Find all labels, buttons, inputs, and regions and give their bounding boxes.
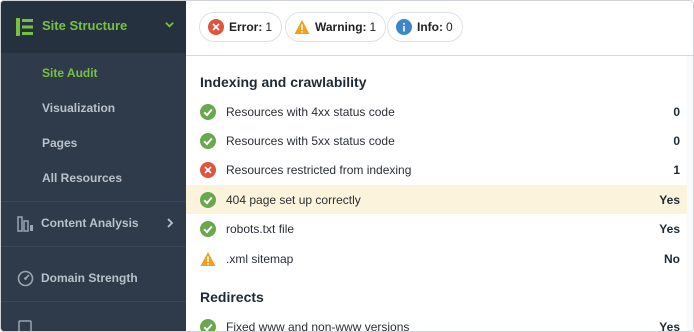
warning-icon: [200, 252, 216, 266]
domain-strength-icon: [17, 270, 34, 287]
sidebar-item-all-resources[interactable]: All Resources: [42, 171, 122, 185]
section-title: Redirects: [200, 289, 264, 305]
report-icon: [18, 320, 32, 331]
sidebar: Site Structure Site Audit Visualization …: [1, 1, 186, 331]
error-icon: [200, 162, 216, 178]
sidebar-item-label: Content Analysis: [41, 216, 139, 230]
app-window: Site Structure Site Audit Visualization …: [0, 0, 694, 332]
error-count: 1: [265, 20, 273, 34]
audit-row[interactable]: Resources restricted from indexing 1: [186, 155, 687, 184]
content-analysis-icon: [17, 216, 33, 232]
warning-icon: [294, 20, 310, 34]
audit-row-label: 404 page set up correctly: [226, 193, 361, 207]
audit-row-highlighted[interactable]: 404 page set up correctly Yes: [186, 185, 687, 214]
check-icon: [200, 192, 216, 208]
sidebar-divider: [1, 301, 186, 302]
audit-row-label: Resources with 4xx status code: [226, 105, 395, 119]
sidebar-divider: [1, 201, 186, 202]
check-icon: [200, 104, 216, 120]
scrollbar[interactable]: [687, 56, 693, 331]
audit-row-value: Yes: [659, 193, 680, 207]
section-title: Indexing and crawlability: [200, 74, 367, 90]
info-label: Info:: [417, 20, 443, 34]
sidebar-item-label: Domain Strength: [41, 271, 138, 285]
warning-label: Warning:: [315, 20, 367, 34]
check-icon: [200, 133, 216, 149]
audit-row[interactable]: Resources with 4xx status code 0: [186, 97, 687, 126]
sidebar-section-site-structure[interactable]: Site Structure: [1, 1, 186, 53]
audit-row-value: Yes: [659, 320, 680, 332]
sidebar-item-domain-strength[interactable]: Domain Strength: [1, 258, 186, 298]
summary-bar: Error: 1 Warning: 1 Info: 0: [186, 1, 693, 56]
error-filter-pill[interactable]: Error: 1: [199, 12, 283, 42]
audit-row-value: No: [664, 252, 680, 266]
audit-row[interactable]: robots.txt file Yes: [186, 214, 687, 243]
audit-row[interactable]: Resources with 5xx status code 0: [186, 126, 687, 155]
check-icon: [200, 319, 216, 331]
audit-row-label: .xml sitemap: [226, 252, 294, 266]
audit-row-value: Yes: [659, 222, 680, 236]
sidebar-item-site-audit[interactable]: Site Audit: [42, 66, 98, 80]
sidebar-item-content-analysis[interactable]: Content Analysis: [1, 203, 186, 243]
warning-count: 1: [369, 20, 377, 34]
audit-row-label: robots.txt file: [226, 222, 295, 236]
info-filter-pill[interactable]: Info: 0: [387, 12, 463, 42]
chevron-down-icon[interactable]: [165, 20, 174, 29]
warning-filter-pill[interactable]: Warning: 1: [285, 12, 387, 42]
info-icon: [396, 19, 412, 35]
audit-row-value: 0: [673, 134, 680, 148]
sidebar-item-pages[interactable]: Pages: [42, 136, 77, 150]
audit-row-label: Resources with 5xx status code: [226, 134, 395, 148]
audit-row-value: 0: [673, 105, 680, 119]
sidebar-divider: [1, 246, 186, 247]
sidebar-item-visualization[interactable]: Visualization: [42, 101, 115, 115]
check-icon: [200, 221, 216, 237]
error-label: Error:: [229, 20, 263, 34]
info-count: 0: [446, 20, 453, 34]
sidebar-section-label: Site Structure: [42, 18, 128, 33]
audit-row-label: Resources restricted from indexing: [226, 163, 412, 177]
chevron-right-icon: [167, 218, 174, 228]
audit-row-label: Fixed www and non-www versions: [226, 320, 410, 332]
error-icon: [208, 19, 224, 35]
site-structure-icon: [16, 18, 33, 36]
audit-row-value: 1: [673, 163, 680, 177]
audit-row[interactable]: .xml sitemap No: [186, 244, 687, 273]
main-panel: Error: 1 Warning: 1 Info: 0 Indexing and…: [186, 1, 693, 332]
audit-row[interactable]: Fixed www and non-www versions Yes: [186, 312, 687, 332]
